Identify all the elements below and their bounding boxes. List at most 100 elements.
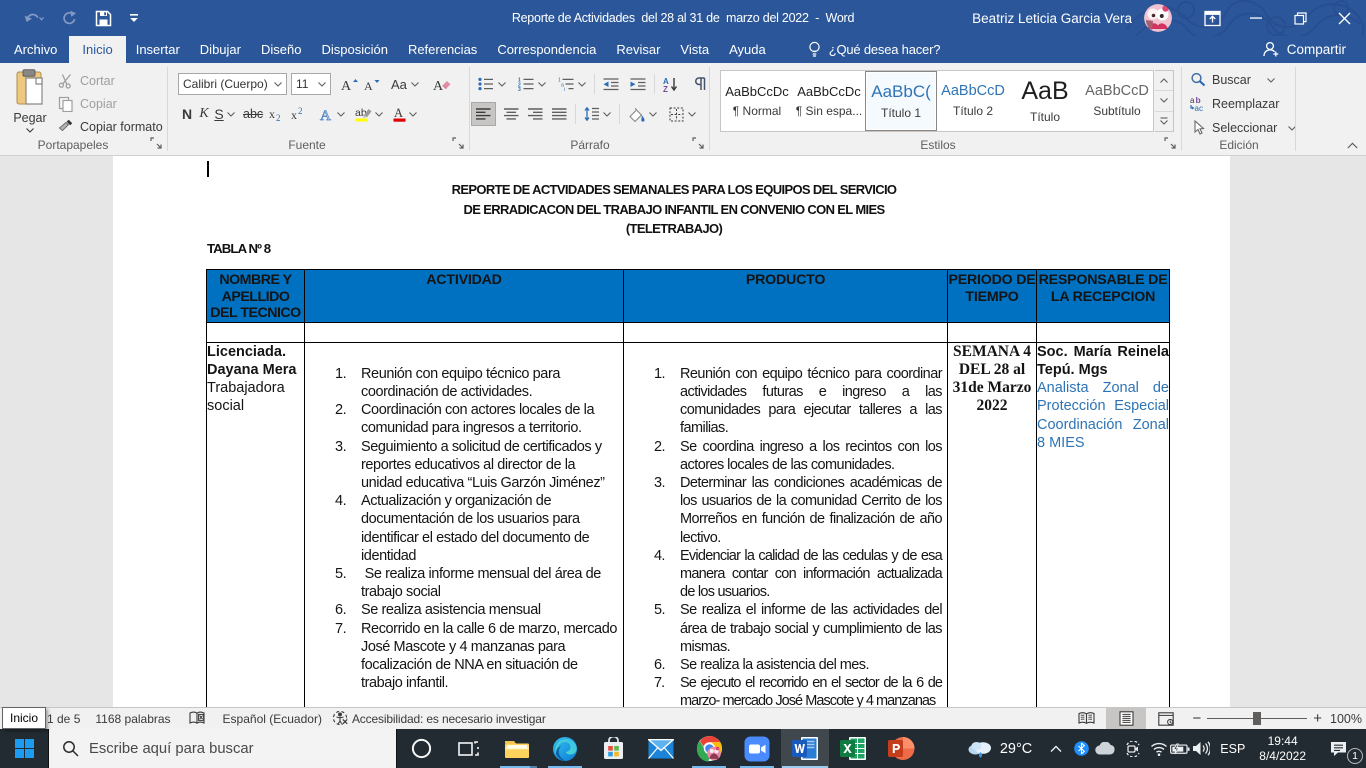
close-button[interactable]: [1322, 0, 1366, 36]
estilos-dialog-launcher[interactable]: [1164, 137, 1178, 151]
increase-indent-button[interactable]: [626, 73, 650, 95]
style-sin-espaciado[interactable]: AaBbCcDc ¶ Sin espa...: [793, 71, 865, 131]
document-area[interactable]: REPORTE DE ACTVIDADES SEMANALES PARA LOS…: [0, 156, 1366, 707]
multilevel-list-button[interactable]: 1ai: [554, 73, 590, 95]
cut-button[interactable]: Cortar: [58, 72, 163, 90]
align-right-button[interactable]: [524, 103, 547, 125]
style-subtitulo[interactable]: AaBbCcD Subtítulo: [1081, 71, 1153, 131]
clock[interactable]: 19:44 8/4/2022: [1250, 734, 1308, 764]
highlight-button[interactable]: ab: [352, 103, 386, 125]
cortana-button[interactable]: [397, 729, 445, 768]
tab-correspondencia[interactable]: Correspondencia: [487, 36, 606, 63]
restore-button[interactable]: [1278, 0, 1322, 36]
zoom-level[interactable]: 100%: [1330, 712, 1362, 726]
store-button[interactable]: [589, 729, 637, 768]
zoom-button[interactable]: [733, 729, 781, 768]
tray-expand-button[interactable]: [1042, 729, 1070, 768]
web-layout-button[interactable]: [1146, 708, 1186, 729]
action-center-button[interactable]: 1: [1314, 729, 1366, 768]
onedrive-tray-icon[interactable]: [1092, 729, 1118, 768]
language-tray-indicator[interactable]: ESP: [1212, 742, 1250, 756]
tab-referencias[interactable]: Referencias: [398, 36, 487, 63]
align-center-button[interactable]: [500, 103, 523, 125]
meet-now-tray-icon[interactable]: [1118, 729, 1148, 768]
paste-button[interactable]: Pegar: [8, 69, 52, 147]
wifi-tray-icon[interactable]: [1148, 729, 1170, 768]
shading-button[interactable]: [624, 103, 661, 125]
tab-diseno[interactable]: Diseño: [251, 36, 311, 63]
show-marks-button[interactable]: [691, 73, 710, 95]
file-explorer-button[interactable]: [493, 729, 541, 768]
bullets-button[interactable]: [474, 73, 510, 95]
find-button[interactable]: Buscar: [1190, 71, 1296, 89]
font-size-combo[interactable]: 11: [291, 73, 331, 95]
bold-button[interactable]: N: [178, 103, 196, 125]
italic-button[interactable]: K: [196, 103, 212, 125]
tab-revisar[interactable]: Revisar: [606, 36, 670, 63]
change-case-button[interactable]: Aa: [388, 73, 422, 95]
style-titulo-1[interactable]: AaBbC( Título 1: [865, 71, 937, 131]
underline-button[interactable]: S: [212, 103, 226, 125]
weather-widget[interactable]: 29°C: [956, 739, 1042, 759]
select-button[interactable]: Seleccionar: [1190, 119, 1296, 137]
volume-tray-icon[interactable]: [1190, 729, 1212, 768]
tab-disposicion[interactable]: Disposición: [311, 36, 397, 63]
style-titulo[interactable]: AaB Título: [1009, 71, 1081, 131]
tab-insertar[interactable]: Insertar: [126, 36, 190, 63]
fuente-dialog-launcher[interactable]: [452, 137, 466, 151]
clear-formatting-button[interactable]: A: [430, 73, 454, 95]
tab-ayuda[interactable]: Ayuda: [719, 36, 776, 63]
zoom-slider-thumb[interactable]: [1253, 712, 1261, 725]
tab-inicio[interactable]: Inicio: [69, 36, 125, 63]
zoom-out-button[interactable]: −: [1192, 710, 1201, 727]
styles-gallery-more[interactable]: [1155, 112, 1173, 131]
word-count[interactable]: 1168 palabras: [95, 712, 170, 726]
copy-button[interactable]: Copiar: [58, 95, 163, 113]
sort-button[interactable]: AZ: [659, 73, 683, 95]
shrink-font-button[interactable]: A: [361, 73, 383, 95]
edge-button[interactable]: [541, 729, 589, 768]
decrease-indent-button[interactable]: [599, 73, 623, 95]
tab-dibujar[interactable]: Dibujar: [190, 36, 251, 63]
replace-button[interactable]: abac Reemplazar: [1190, 95, 1296, 113]
styles-scroll-up[interactable]: [1155, 71, 1173, 91]
read-mode-button[interactable]: [1066, 708, 1106, 729]
powerpoint-button[interactable]: [877, 729, 925, 768]
style-titulo-2[interactable]: AaBbCcD Título 2: [937, 71, 1009, 131]
collapse-ribbon-button[interactable]: [1347, 142, 1358, 149]
task-view-button[interactable]: [445, 729, 493, 768]
word-taskbar-button[interactable]: [781, 729, 829, 768]
tell-me-box[interactable]: ¿Qué desea hacer?: [808, 36, 941, 63]
battery-tray-icon[interactable]: [1170, 729, 1190, 768]
font-name-combo[interactable]: Calibri (Cuerpo): [178, 73, 287, 95]
line-spacing-button[interactable]: [580, 103, 615, 125]
justify-button[interactable]: [548, 103, 571, 125]
print-layout-button[interactable]: [1106, 708, 1146, 729]
strikethrough-button[interactable]: abc: [240, 103, 266, 125]
language-indicator[interactable]: Español (Ecuador): [223, 712, 322, 726]
format-painter-button[interactable]: Copiar formato: [58, 118, 163, 136]
proofing-icon[interactable]: [189, 711, 206, 726]
accessibility-icon[interactable]: [332, 710, 349, 727]
numbering-button[interactable]: 123: [514, 73, 550, 95]
zoom-in-button[interactable]: +: [1313, 710, 1322, 727]
text-effects-button[interactable]: A: [316, 103, 348, 125]
page[interactable]: REPORTE DE ACTVIDADES SEMANALES PARA LOS…: [113, 156, 1230, 707]
avatar[interactable]: [1144, 4, 1172, 32]
taskbar-search[interactable]: Escribe aquí para buscar: [48, 729, 397, 768]
borders-button[interactable]: [665, 103, 700, 125]
zoom-slider[interactable]: [1207, 708, 1307, 729]
tab-archivo[interactable]: Archivo: [0, 36, 69, 63]
bluetooth-tray-icon[interactable]: [1070, 729, 1092, 768]
minimize-button[interactable]: [1234, 0, 1278, 36]
styles-scroll-down[interactable]: [1155, 91, 1173, 111]
excel-button[interactable]: [829, 729, 877, 768]
mail-button[interactable]: [637, 729, 685, 768]
align-left-button[interactable]: [472, 103, 495, 125]
subscript-button[interactable]: x2: [266, 103, 288, 125]
tab-vista[interactable]: Vista: [670, 36, 719, 63]
share-button[interactable]: Compartir: [1263, 36, 1346, 63]
page-indicator[interactable]: 1 de 5: [47, 712, 80, 726]
style-normal[interactable]: AaBbCcDc ¶ Normal: [721, 71, 793, 131]
underline-dropdown-icon[interactable]: [227, 112, 235, 117]
